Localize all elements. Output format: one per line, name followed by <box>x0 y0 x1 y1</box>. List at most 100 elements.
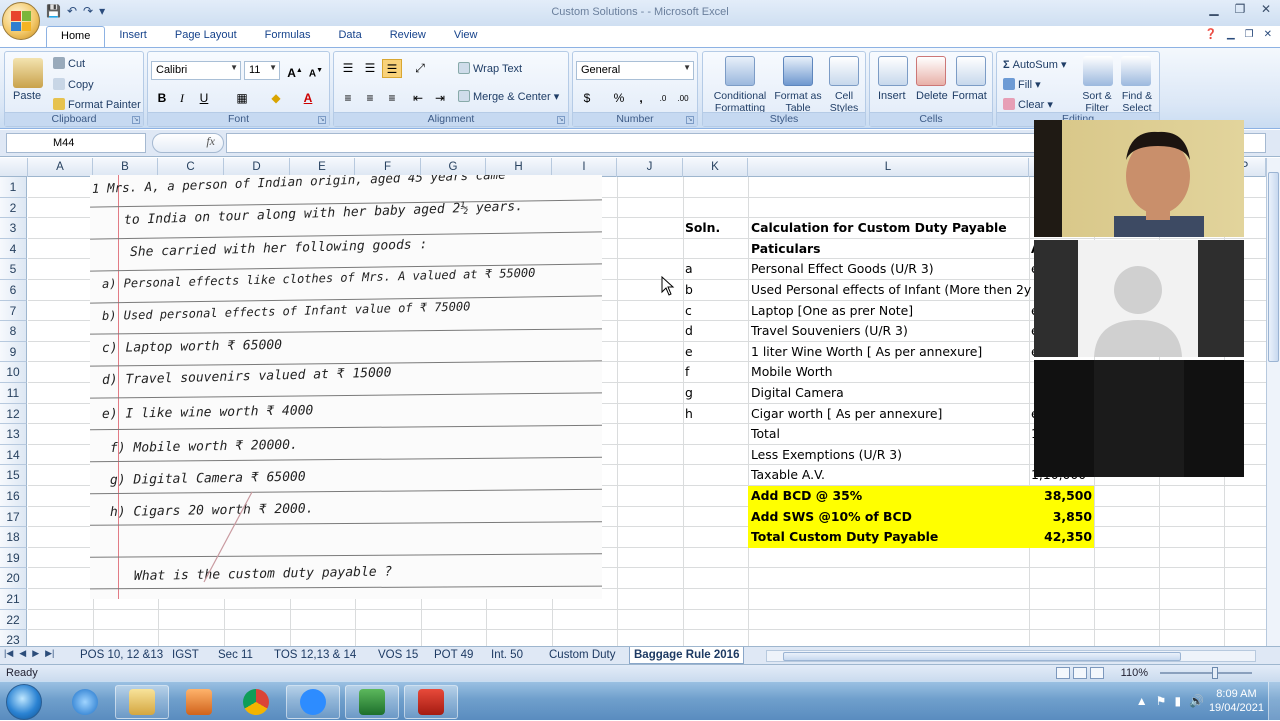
network-icon[interactable]: ▮ <box>1174 694 1181 708</box>
shrink-font-icon[interactable]: A▼ <box>306 61 326 80</box>
sheet-tab[interactable]: POS 10, 12 &13 <box>76 647 167 664</box>
format-as-table-button[interactable]: Format as Table <box>773 90 823 114</box>
ie-taskbar-button[interactable] <box>58 685 112 719</box>
bold-button[interactable]: B <box>152 89 172 108</box>
row-header[interactable]: 22 <box>0 609 27 631</box>
italic-button[interactable]: I <box>172 89 192 108</box>
tab-insert[interactable]: Insert <box>105 26 161 48</box>
sort-filter-button[interactable]: Sort & Filter <box>1077 90 1117 114</box>
start-button[interactable] <box>6 684 42 720</box>
underline-button[interactable]: U <box>194 89 214 108</box>
row-header[interactable]: 11 <box>0 383 27 404</box>
insert-cells-button[interactable]: Insert <box>878 90 906 102</box>
find-select-button[interactable]: Find & Select <box>1117 90 1157 114</box>
zoom-slider-knob[interactable] <box>1212 667 1218 679</box>
zoom-level[interactable]: 110% <box>1121 667 1148 679</box>
tab-review[interactable]: Review <box>376 26 440 48</box>
increase-indent-icon[interactable]: ⇥ <box>430 89 450 108</box>
row-header[interactable]: 8 <box>0 321 27 342</box>
number-format-select[interactable]: General ▼ <box>576 61 694 80</box>
row-header[interactable]: 16 <box>0 486 27 507</box>
row-header[interactable]: 14 <box>0 444 27 466</box>
row-header[interactable]: 3 <box>0 218 27 239</box>
row-header[interactable]: 2 <box>0 197 27 219</box>
grow-font-icon[interactable]: A▲ <box>285 61 305 80</box>
align-left-icon[interactable]: ≡ <box>338 89 358 108</box>
sheet-tab[interactable]: VOS 15 <box>374 647 422 664</box>
volume-icon[interactable]: 🔊 <box>1189 694 1204 708</box>
clipboard-launcher-icon[interactable]: ↘ <box>132 116 140 124</box>
font-size-select[interactable]: 11 ▼ <box>244 61 280 80</box>
last-sheet-icon[interactable]: ▶| <box>45 648 54 659</box>
page-layout-view-icon[interactable] <box>1073 667 1087 679</box>
insert-function-icon[interactable]: fx <box>152 133 224 153</box>
row-header[interactable]: 13 <box>0 424 27 445</box>
row-header[interactable]: 15 <box>0 465 27 486</box>
first-sheet-icon[interactable]: |◀ <box>4 648 13 659</box>
horizontal-scrollbar[interactable] <box>766 650 1256 662</box>
row-header[interactable]: 1 <box>0 177 27 198</box>
increase-decimal-icon[interactable]: .0 <box>653 89 673 108</box>
row-header[interactable]: 5 <box>0 259 27 280</box>
sheet-tab[interactable]: Int. 50 <box>487 647 527 664</box>
copy-button[interactable]: Copy <box>53 78 94 91</box>
font-name-select[interactable]: Calibri ▼ <box>151 61 241 80</box>
delete-cells-button[interactable]: Delete <box>916 90 948 102</box>
row-header[interactable]: 4 <box>0 238 27 260</box>
row-header[interactable]: 6 <box>0 280 27 301</box>
clear-button[interactable]: Clear ▾ <box>1003 98 1053 111</box>
minimize-icon[interactable]: ▁ <box>1206 2 1222 16</box>
column-header[interactable]: L <box>748 158 1029 177</box>
prev-sheet-icon[interactable]: ◀ <box>19 648 26 659</box>
sheet-tab[interactable]: POT 49 <box>430 647 477 664</box>
restore-icon[interactable]: ❐ <box>1232 2 1248 16</box>
row-header[interactable]: 19 <box>0 547 27 569</box>
decrease-indent-icon[interactable]: ⇤ <box>408 89 428 108</box>
sheet-tab[interactable]: IGST <box>168 647 203 664</box>
align-top-icon[interactable]: ☰ <box>338 59 358 78</box>
conditional-formatting-button[interactable]: Conditional Formatting <box>707 90 773 114</box>
currency-icon[interactable]: $ <box>577 89 597 108</box>
ribbon-minimize-icon[interactable]: ▁ <box>1227 29 1235 40</box>
row-header[interactable]: 20 <box>0 568 27 589</box>
format-cells-button[interactable]: Format <box>952 90 987 102</box>
next-sheet-icon[interactable]: ▶ <box>32 648 39 659</box>
row-header[interactable]: 17 <box>0 506 27 528</box>
align-right-icon[interactable]: ≡ <box>382 89 402 108</box>
row-header[interactable]: 23 <box>0 630 27 646</box>
format-painter-button[interactable]: Format Painter <box>53 98 141 111</box>
row-header[interactable]: 18 <box>0 527 27 548</box>
column-header[interactable]: A <box>28 158 93 177</box>
horizontal-scroll-thumb[interactable] <box>783 652 1181 661</box>
merge-center-button[interactable]: Merge & Center ▾ <box>458 90 559 103</box>
tab-page-layout[interactable]: Page Layout <box>161 26 251 48</box>
close-icon[interactable]: ✕ <box>1258 2 1274 16</box>
number-launcher-icon[interactable]: ↘ <box>686 116 694 124</box>
vertical-scrollbar[interactable] <box>1266 158 1280 646</box>
explorer-taskbar-button[interactable] <box>115 685 169 719</box>
row-header[interactable]: 9 <box>0 341 27 363</box>
borders-icon[interactable]: ▦ <box>232 89 252 108</box>
sheet-tab[interactable]: Sec 11 <box>214 647 257 664</box>
font-launcher-icon[interactable]: ↘ <box>318 116 326 124</box>
paste-button[interactable]: Paste <box>13 90 41 102</box>
sheet-tab[interactable]: TOS 12,13 & 14 <box>270 647 360 664</box>
tab-data[interactable]: Data <box>324 26 375 48</box>
cut-button[interactable]: Cut <box>53 57 85 70</box>
cell-styles-button[interactable]: Cell Styles <box>823 90 865 114</box>
excel-taskbar-button[interactable] <box>345 685 399 719</box>
percent-icon[interactable]: % <box>609 89 629 108</box>
alignment-launcher-icon[interactable]: ↘ <box>557 116 565 124</box>
autosum-button[interactable]: Σ AutoSum ▾ <box>1003 58 1067 71</box>
column-header[interactable]: J <box>617 158 683 177</box>
action-center-flag-icon[interactable]: ⚑ <box>1156 694 1167 708</box>
tab-home[interactable]: Home <box>46 26 106 48</box>
ribbon-restore-icon[interactable]: ❐ <box>1245 29 1254 40</box>
align-middle-icon[interactable]: ☰ <box>360 59 380 78</box>
show-hidden-icons-icon[interactable]: ▲ <box>1136 694 1148 708</box>
row-header[interactable]: 10 <box>0 362 27 383</box>
comma-icon[interactable]: , <box>631 89 651 108</box>
office-button[interactable] <box>2 2 40 40</box>
help-icon[interactable]: ❓ <box>1204 29 1216 40</box>
ribbon-close-icon[interactable]: ✕ <box>1264 29 1272 40</box>
